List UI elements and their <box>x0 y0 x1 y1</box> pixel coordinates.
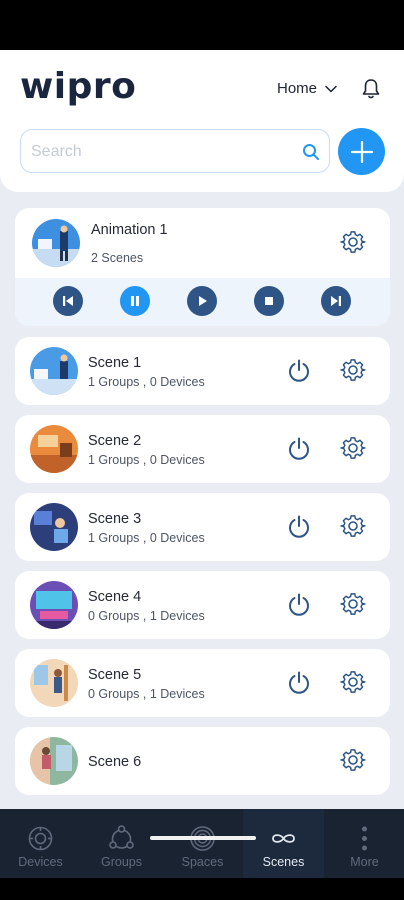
scene-thumbnail <box>30 503 78 551</box>
scenes-screen: wipro Home Search Animation 1 2 Scenes S… <box>0 50 404 900</box>
scene-subtitle: 1 Groups , 0 Devices <box>88 453 205 467</box>
search-input[interactable] <box>31 140 291 164</box>
tab-more[interactable]: More <box>324 809 404 878</box>
scene-card[interactable]: Scene 2 1 Groups , 0 Devices <box>15 415 390 483</box>
pause-icon <box>131 296 139 306</box>
animation-card[interactable]: Animation 1 2 Scenes <box>15 208 390 326</box>
tab-scenes[interactable]: Scenes <box>243 809 324 878</box>
scene-title: Scene 3 <box>88 511 142 527</box>
gear-icon[interactable] <box>340 230 366 256</box>
tab-spaces[interactable]: Spaces <box>162 809 243 878</box>
animation-title: Animation 1 <box>91 222 168 238</box>
scene-title: Scene 4 <box>88 589 142 605</box>
power-icon[interactable] <box>286 670 312 696</box>
scene-thumbnail <box>30 581 78 629</box>
search-icon[interactable] <box>301 142 321 162</box>
power-icon[interactable] <box>286 358 312 384</box>
scene-card[interactable]: Scene 1 1 Groups , 0 Devices <box>15 337 390 405</box>
scene-thumbnail <box>30 737 78 785</box>
skip-previous-button[interactable] <box>53 286 83 316</box>
scene-subtitle: 1 Groups , 0 Devices <box>88 375 205 389</box>
tab-groups[interactable]: Groups <box>81 809 162 878</box>
scene-title: Scene 1 <box>88 355 142 371</box>
scene-thumbnail <box>30 347 78 395</box>
scene-card[interactable]: Scene 3 1 Groups , 0 Devices <box>15 493 390 561</box>
scene-card[interactable]: Scene 5 0 Groups , 1 Devices <box>15 649 390 717</box>
play-icon <box>199 296 207 306</box>
tab-label: Groups <box>101 855 142 869</box>
skip-previous-icon <box>63 296 73 306</box>
search-box[interactable] <box>20 129 330 173</box>
chevron-down-icon <box>325 85 337 92</box>
scene-title: Scene 6 <box>88 754 142 770</box>
play-button[interactable] <box>187 286 217 316</box>
power-icon[interactable] <box>286 592 312 618</box>
plus-icon <box>350 140 373 163</box>
more-vertical-icon <box>362 826 367 851</box>
home-indicator[interactable] <box>150 836 256 840</box>
bell-icon[interactable] <box>359 77 383 101</box>
pause-button[interactable] <box>120 286 150 316</box>
skip-next-icon <box>331 296 341 306</box>
add-scene-button[interactable] <box>338 128 385 175</box>
gear-icon[interactable] <box>340 670 366 696</box>
app-logo: wipro <box>20 66 137 107</box>
animation-thumbnail <box>32 219 80 267</box>
scene-thumbnail <box>30 425 78 473</box>
system-gesture-bar <box>0 878 404 900</box>
gear-badge-icon <box>28 826 53 851</box>
tab-label: Scenes <box>262 855 305 869</box>
stop-button[interactable] <box>254 286 284 316</box>
home-selector[interactable]: Home <box>277 80 337 97</box>
gear-icon[interactable] <box>340 514 366 540</box>
scene-card[interactable]: Scene 6 <box>15 727 390 795</box>
gear-icon[interactable] <box>340 748 366 774</box>
scene-subtitle: 0 Groups , 1 Devices <box>88 609 205 623</box>
tab-devices[interactable]: Devices <box>0 809 81 878</box>
animation-controls <box>15 278 390 326</box>
scene-card[interactable]: Scene 4 0 Groups , 1 Devices <box>15 571 390 639</box>
scene-subtitle: 0 Groups , 1 Devices <box>88 687 205 701</box>
gear-icon[interactable] <box>340 358 366 384</box>
app-header: wipro Home <box>0 50 404 192</box>
scene-subtitle: 1 Groups , 0 Devices <box>88 531 205 545</box>
stop-icon <box>265 297 273 305</box>
power-icon[interactable] <box>286 514 312 540</box>
tab-label: More <box>350 855 379 869</box>
tab-label: Spaces <box>181 855 224 869</box>
gear-icon[interactable] <box>340 592 366 618</box>
gear-icon[interactable] <box>340 436 366 462</box>
scene-title: Scene 5 <box>88 667 142 683</box>
groups-icon <box>109 825 134 849</box>
scene-title: Scene 2 <box>88 433 142 449</box>
animation-subtitle: 2 Scenes <box>91 251 144 265</box>
tab-label: Devices <box>18 855 63 869</box>
scene-thumbnail <box>30 659 78 707</box>
bottom-tab-bar: Devices Groups Spaces Scenes More <box>0 809 404 878</box>
power-icon[interactable] <box>286 436 312 462</box>
home-selector-label: Home <box>277 80 318 97</box>
skip-next-button[interactable] <box>321 286 351 316</box>
infinity-icon <box>272 834 295 843</box>
